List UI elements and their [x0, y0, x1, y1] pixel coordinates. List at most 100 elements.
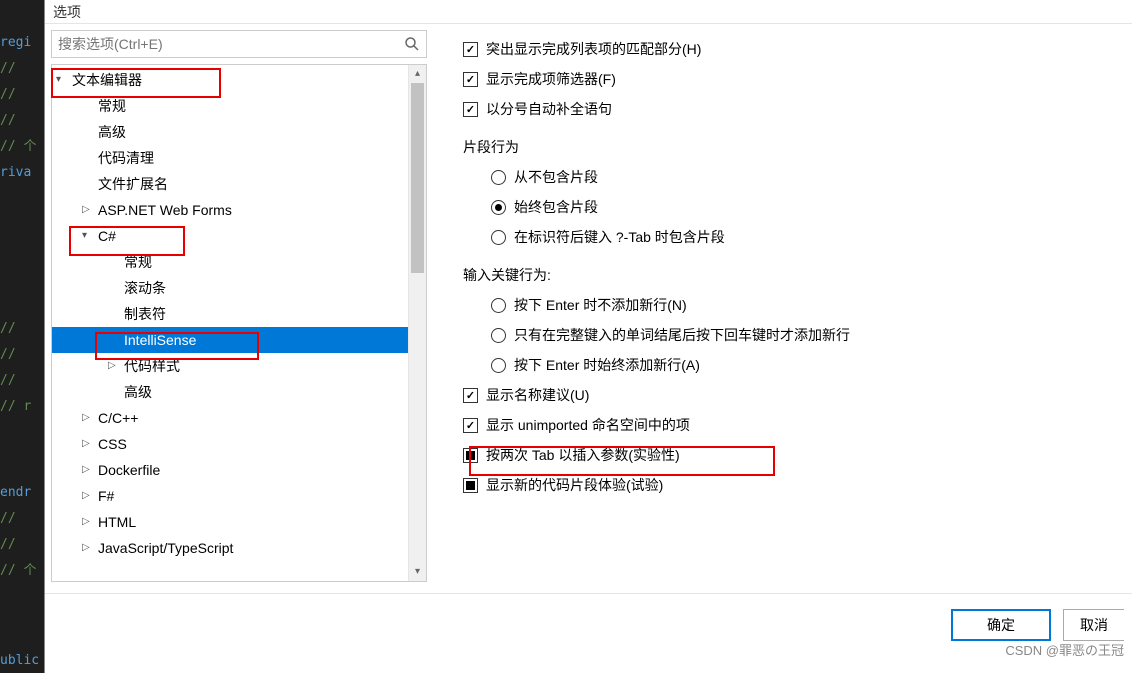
- top-check-label: 以分号自动补全语句: [486, 99, 612, 119]
- tree-item--[interactable]: ▷代码样式: [52, 353, 408, 379]
- tree-item-intellisense[interactable]: IntelliSense: [52, 327, 408, 353]
- checkbox-icon[interactable]: [463, 448, 478, 463]
- enter-radio-row[interactable]: 只有在完整键入的单词结尾后按下回车键时才添加新行: [463, 320, 1120, 350]
- expander-icon[interactable]: ▷: [82, 509, 94, 535]
- expander-icon[interactable]: ▷: [82, 431, 94, 457]
- radio-icon[interactable]: [491, 298, 506, 313]
- tree-item-label: 文件扩展名: [98, 176, 168, 192]
- radio-icon[interactable]: [491, 328, 506, 343]
- snippet-radio-row[interactable]: 始终包含片段: [463, 192, 1120, 222]
- bottom-check-row[interactable]: 显示新的代码片段体验(试验): [463, 470, 1120, 500]
- watermark: CSDN @罪恶の王冠: [1005, 640, 1124, 659]
- bottom-check-row[interactable]: 显示名称建议(U): [463, 380, 1120, 410]
- snippet-radio-row[interactable]: 从不包含片段: [463, 162, 1120, 192]
- search-input[interactable]: [58, 36, 404, 52]
- right-pane: 突出显示完成列表项的匹配部分(H)显示完成项筛选器(F)以分号自动补全语句 片段…: [433, 24, 1132, 588]
- tree-item--[interactable]: 常规: [52, 249, 408, 275]
- tree-item-label: 代码清理: [98, 150, 154, 166]
- expander-icon[interactable]: ▷: [82, 197, 94, 223]
- tree-item-javascript-typescript[interactable]: ▷JavaScript/TypeScript: [52, 535, 408, 561]
- top-check-row[interactable]: 突出显示完成列表项的匹配部分(H): [463, 34, 1120, 64]
- tree-item-label: CSS: [98, 436, 127, 452]
- code-line: //: [0, 506, 44, 532]
- tree-item-c-c-[interactable]: ▷C/C++: [52, 405, 408, 431]
- checkbox-icon[interactable]: [463, 102, 478, 117]
- snippet-radio-label: 在标识符后键入 ?-Tab 时包含片段: [514, 227, 725, 247]
- dialog-footer: 确定 取消: [45, 593, 1132, 641]
- snippet-radio-row[interactable]: 在标识符后键入 ?-Tab 时包含片段: [463, 222, 1120, 252]
- code-line: riva: [0, 160, 44, 186]
- tree-item-dockerfile[interactable]: ▷Dockerfile: [52, 457, 408, 483]
- expander-icon[interactable]: ▷: [82, 405, 94, 431]
- tree-item-label: HTML: [98, 514, 136, 530]
- code-line: regi: [0, 30, 44, 56]
- tree-item--[interactable]: 代码清理: [52, 145, 408, 171]
- tree-item-label: 高级: [124, 384, 152, 400]
- left-pane: ▾文本编辑器常规高级代码清理文件扩展名▷ASP.NET Web Forms▾C#…: [45, 24, 433, 588]
- tree-item--[interactable]: 制表符: [52, 301, 408, 327]
- tree-item-label: 文本编辑器: [72, 72, 142, 88]
- tree-item--[interactable]: 文件扩展名: [52, 171, 408, 197]
- scroll-up-icon[interactable]: ▴: [409, 65, 426, 83]
- ok-button[interactable]: 确定: [951, 609, 1051, 641]
- code-line: endr: [0, 480, 44, 506]
- tree-item-c-[interactable]: ▾C#: [52, 223, 408, 249]
- tree-item--[interactable]: 滚动条: [52, 275, 408, 301]
- tree-item--[interactable]: ▾文本编辑器: [52, 67, 408, 93]
- tree-item-label: JavaScript/TypeScript: [98, 540, 233, 556]
- code-line: // 个: [0, 558, 44, 584]
- radio-icon[interactable]: [491, 358, 506, 373]
- checkbox-icon[interactable]: [463, 388, 478, 403]
- code-line: //: [0, 108, 44, 134]
- top-check-row[interactable]: 显示完成项筛选器(F): [463, 64, 1120, 94]
- enter-radio-label: 按下 Enter 时不添加新行(N): [514, 295, 687, 315]
- options-tree[interactable]: ▾文本编辑器常规高级代码清理文件扩展名▷ASP.NET Web Forms▾C#…: [52, 65, 408, 581]
- expander-icon[interactable]: ▷: [82, 535, 94, 561]
- expander-icon[interactable]: ▷: [82, 457, 94, 483]
- tree-item--[interactable]: 高级: [52, 119, 408, 145]
- tree-item-asp-net-web-forms[interactable]: ▷ASP.NET Web Forms: [52, 197, 408, 223]
- editor-gutter-background: regi // // // // 个 riva // // // // r en…: [0, 0, 44, 673]
- snippet-radio-label: 从不包含片段: [514, 167, 598, 187]
- enter-radio-row[interactable]: 按下 Enter 时始终添加新行(A): [463, 350, 1120, 380]
- tree-item-f-[interactable]: ▷F#: [52, 483, 408, 509]
- expander-icon[interactable]: ▾: [82, 223, 94, 249]
- tree-item-label: 代码样式: [124, 358, 180, 374]
- expander-icon[interactable]: ▷: [82, 483, 94, 509]
- code-line: //: [0, 56, 44, 82]
- bottom-check-row[interactable]: 显示 unimported 命名空间中的项: [463, 410, 1120, 440]
- cancel-button[interactable]: 取消: [1063, 609, 1124, 641]
- tree-item-label: F#: [98, 488, 114, 504]
- section-header-enter: 输入关键行为:: [463, 260, 1120, 290]
- tree-item--[interactable]: 常规: [52, 93, 408, 119]
- expander-icon[interactable]: ▾: [56, 67, 68, 93]
- enter-radio-row[interactable]: 按下 Enter 时不添加新行(N): [463, 290, 1120, 320]
- bottom-check-row[interactable]: 按两次 Tab 以插入参数(实验性): [463, 440, 1120, 470]
- expander-icon[interactable]: ▷: [108, 353, 120, 379]
- checkbox-icon[interactable]: [463, 42, 478, 57]
- tree-item-label: 常规: [98, 98, 126, 114]
- tree-item-label: 高级: [98, 124, 126, 140]
- code-line: //: [0, 532, 44, 558]
- tree-item-css[interactable]: ▷CSS: [52, 431, 408, 457]
- tree-item-label: 常规: [124, 254, 152, 270]
- radio-icon[interactable]: [491, 170, 506, 185]
- tree-item-label: Dockerfile: [98, 462, 160, 478]
- search-wrap[interactable]: [51, 30, 427, 58]
- scroll-thumb[interactable]: [411, 83, 424, 273]
- top-check-label: 显示完成项筛选器(F): [486, 69, 616, 89]
- tree-item-label: C/C++: [98, 410, 138, 426]
- tree-item--[interactable]: 高级: [52, 379, 408, 405]
- top-check-row[interactable]: 以分号自动补全语句: [463, 94, 1120, 124]
- scroll-down-icon[interactable]: ▾: [409, 563, 426, 581]
- radio-icon[interactable]: [491, 230, 506, 245]
- checkbox-icon[interactable]: [463, 478, 478, 493]
- radio-icon[interactable]: [491, 200, 506, 215]
- code-line: //: [0, 368, 44, 394]
- checkbox-icon[interactable]: [463, 72, 478, 87]
- tree-item-html[interactable]: ▷HTML: [52, 509, 408, 535]
- scrollbar[interactable]: ▴ ▾: [408, 65, 426, 581]
- tree-item-label: IntelliSense: [124, 332, 196, 348]
- tree-item-label: 制表符: [124, 306, 166, 322]
- checkbox-icon[interactable]: [463, 418, 478, 433]
